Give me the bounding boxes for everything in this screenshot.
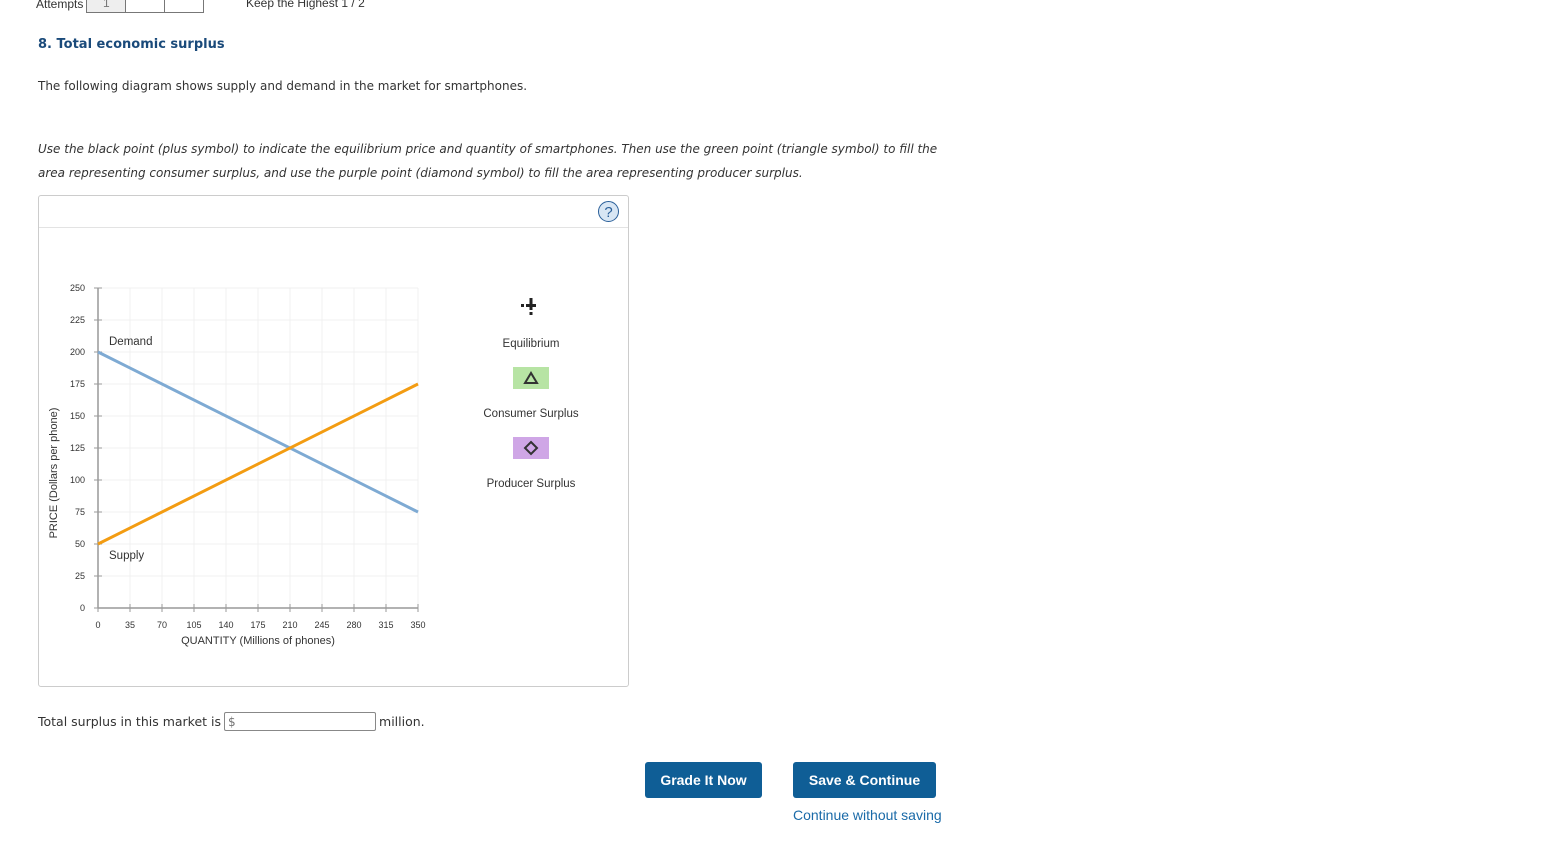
x-tick-label: 0	[95, 620, 100, 630]
x-tick-label: 175	[250, 620, 265, 630]
attempt-box-3	[164, 0, 205, 13]
x-tick-label: 70	[157, 620, 167, 630]
x-tick-label: 140	[218, 620, 233, 630]
attempts: Attempts 1	[36, 0, 205, 13]
graph-toolbar: ?	[39, 196, 628, 228]
y-tick-label: 125	[70, 443, 85, 453]
y-tick-label: 25	[75, 571, 85, 581]
x-tick-label: 245	[314, 620, 329, 630]
y-tick-label: 50	[75, 539, 85, 549]
y-axis-label: PRICE (Dollars per phone)	[48, 408, 60, 539]
grade-it-now-button[interactable]: Grade It Now	[645, 762, 762, 798]
attempt-box-2	[125, 0, 166, 13]
keep-highest: Keep the Highest 1 / 2	[246, 0, 365, 10]
plus-icon	[529, 298, 533, 310]
question-instructions: Use the black point (plus symbol) to ind…	[38, 142, 938, 180]
producer-surplus-label: Producer Surplus	[487, 478, 576, 490]
x-axis-label: QUANTITY (Millions of phones)	[181, 635, 335, 647]
ticks: 0 35 70 105 140 175 210 245 280 315 350 0 25 50 75 100 1…	[48, 283, 426, 647]
help-icon[interactable]: ?	[598, 201, 619, 222]
continue-without-saving-link[interactable]: Continue without saving	[793, 807, 942, 823]
save-continue-button[interactable]: Save & Continue	[793, 762, 936, 798]
y-tick-label: 250	[70, 283, 85, 293]
x-tick-label: 35	[125, 620, 135, 630]
x-tick-label: 105	[186, 620, 201, 630]
demand-label: Demand	[109, 336, 152, 348]
total-surplus-label: Total surplus in this market is	[38, 714, 222, 729]
total-surplus-input[interactable]	[224, 712, 377, 731]
y-tick-label: 0	[80, 603, 85, 613]
graph-panel: ? 0 35 70 105 140 175 210 245 280 315 350 0 25 50 75 10…	[38, 195, 629, 687]
plus-icon-dot	[521, 304, 524, 307]
consumer-surplus-tool[interactable]: Consumer Surplus	[483, 367, 579, 420]
question-intro: The following diagram shows supply and d…	[38, 79, 528, 93]
question-title: 8. Total economic surplus	[38, 37, 225, 52]
y-tick-label: 225	[70, 315, 85, 325]
producer-surplus-tool[interactable]: Producer Surplus	[487, 437, 576, 490]
million-label: million.	[379, 714, 425, 729]
plus-icon-dot	[529, 312, 533, 315]
x-tick-label: 350	[410, 620, 425, 630]
equilibrium-label: Equilibrium	[503, 338, 560, 350]
x-tick-label: 315	[378, 620, 393, 630]
consumer-surplus-swatch	[513, 367, 549, 389]
equilibrium-tool[interactable]: Equilibrium	[503, 298, 560, 350]
y-tick-label: 200	[70, 347, 85, 357]
y-tick-label: 175	[70, 379, 85, 389]
x-tick-label: 280	[346, 620, 361, 630]
total-surplus-row: Total surplus in this market is million.	[38, 712, 425, 731]
supply-demand-chart[interactable]: 0 35 70 105 140 175 210 245 280 315 350 0 25 50 75 100 1…	[39, 228, 628, 686]
x-tick-label: 210	[282, 620, 297, 630]
tool-palette: Equilibrium Consumer Surplus Producer Surp…	[483, 298, 579, 490]
attempts-label: Attempts	[36, 0, 84, 11]
producer-surplus-swatch	[513, 437, 549, 459]
y-tick-label: 150	[70, 411, 85, 421]
attempt-box-1: 1	[86, 0, 127, 13]
y-tick-label: 75	[75, 507, 85, 517]
supply-label: Supply	[109, 550, 144, 562]
y-tick-label: 100	[70, 475, 85, 485]
consumer-surplus-label: Consumer Surplus	[483, 408, 578, 420]
